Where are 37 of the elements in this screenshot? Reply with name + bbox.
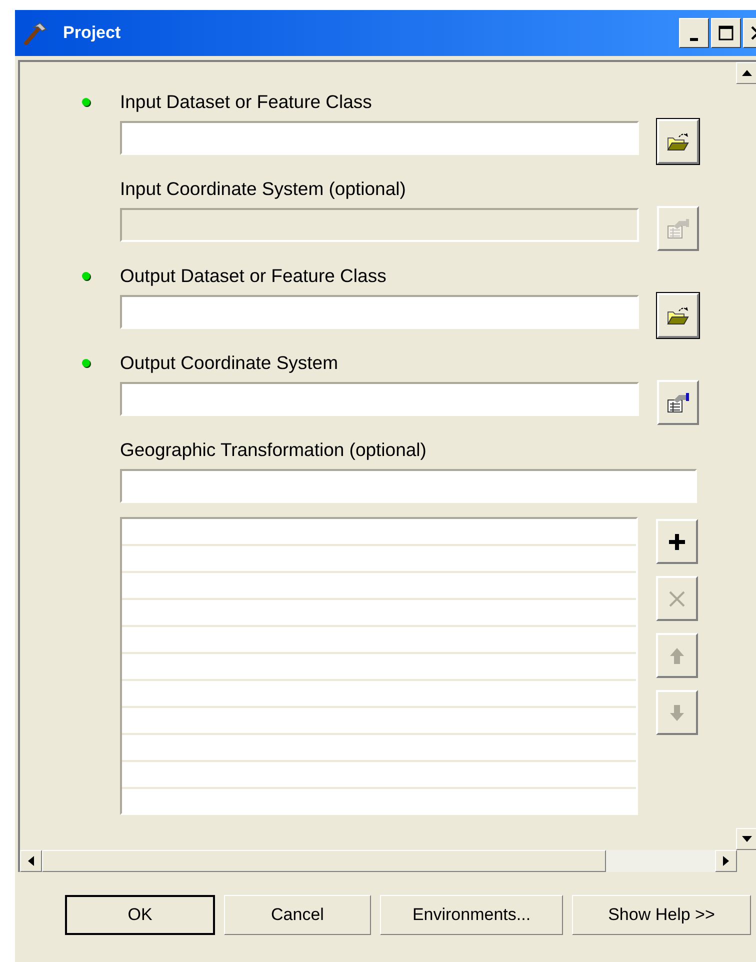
folder-icon bbox=[666, 132, 690, 152]
folder-icon bbox=[666, 306, 690, 326]
maximize-button[interactable] bbox=[711, 18, 741, 48]
window-title: Project bbox=[63, 23, 121, 43]
horizontal-scrollbar[interactable] bbox=[18, 850, 737, 872]
properties-button[interactable] bbox=[657, 380, 699, 425]
hammer-icon bbox=[23, 20, 49, 46]
parameter-label: Output Dataset or Feature Class bbox=[120, 265, 386, 287]
parameter-label: Geographic Transformation (optional) bbox=[120, 439, 426, 461]
properties-icon bbox=[666, 392, 690, 414]
dialog-button[interactable]: OK bbox=[65, 895, 215, 935]
parameter-label: Input Dataset or Feature Class bbox=[120, 91, 372, 113]
scroll-thumb[interactable] bbox=[42, 850, 606, 872]
dialog-button[interactable]: Environments... bbox=[380, 895, 563, 935]
parameter-label: Input Coordinate System (optional) bbox=[120, 178, 406, 200]
parameter-label: Output Coordinate System bbox=[120, 352, 338, 374]
input-field[interactable] bbox=[120, 295, 639, 329]
scroll-left-icon[interactable] bbox=[20, 850, 42, 872]
browse-button[interactable] bbox=[657, 119, 699, 164]
dialog-button[interactable]: Show Help >> bbox=[572, 895, 751, 935]
input-field[interactable] bbox=[120, 469, 697, 503]
maximize-icon bbox=[718, 25, 734, 41]
scroll-up-icon[interactable] bbox=[736, 62, 756, 84]
properties-icon bbox=[666, 218, 690, 240]
input-field[interactable] bbox=[120, 382, 639, 416]
minimize-icon bbox=[690, 38, 698, 40]
plus-icon bbox=[668, 532, 686, 550]
minimize-button[interactable] bbox=[679, 18, 709, 48]
input-field[interactable] bbox=[120, 121, 639, 155]
x-icon bbox=[668, 590, 686, 608]
scroll-right-icon[interactable] bbox=[715, 850, 737, 872]
dialog-button[interactable]: Cancel bbox=[224, 895, 371, 935]
browse-button[interactable] bbox=[657, 293, 699, 338]
down-arrow-icon bbox=[669, 704, 685, 722]
scroll-down-icon[interactable] bbox=[736, 828, 756, 850]
add-button[interactable] bbox=[656, 519, 698, 564]
up-arrow-icon bbox=[669, 646, 685, 664]
